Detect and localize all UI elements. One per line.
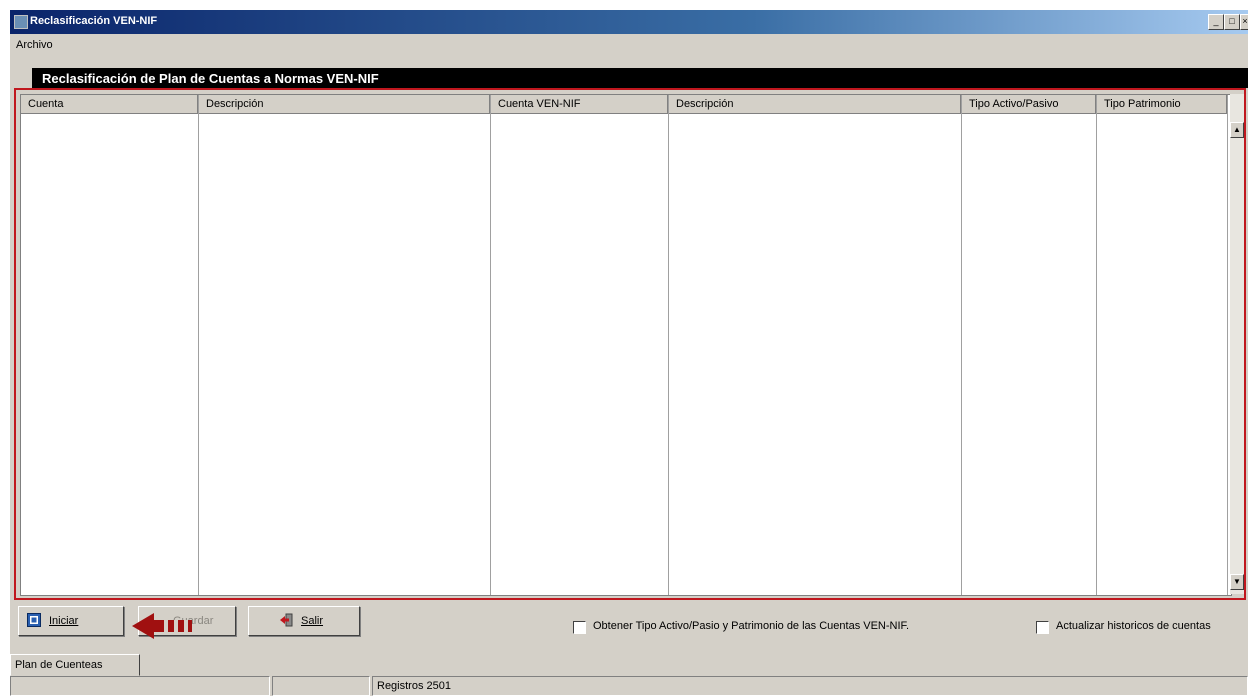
actualizar-historicos-checkbox[interactable] [1036, 621, 1049, 634]
column-cuenta: Cuenta [21, 95, 199, 595]
salir-button[interactable]: Salir [248, 606, 360, 636]
tab-plan-de-cuentas[interactable]: Plan de Cuenteas [10, 654, 140, 676]
iniciar-label: Iniciar [49, 615, 79, 627]
actualizar-historicos-label: Actualizar historicos de cuentas [1056, 620, 1211, 632]
maximize-button[interactable]: □ [1224, 14, 1240, 30]
obtener-tipo-checkbox[interactable] [573, 621, 586, 634]
status-panel-registros: Registros 2501 [372, 676, 1248, 696]
column-descripcion: Descripción [199, 95, 491, 595]
status-bar: Registros 2501 [10, 676, 1248, 696]
column-descripcion-ven-nif: Descripción [669, 95, 962, 595]
column-header-cuenta[interactable]: Cuenta [21, 95, 198, 114]
status-panel-1 [10, 676, 270, 696]
registros-count: Registros 2501 [377, 680, 451, 692]
scroll-up-icon[interactable]: ▲ [1230, 122, 1244, 138]
column-header-descripcion-ven-nif[interactable]: Descripción [669, 95, 961, 114]
main-window: Reclasificación VEN-NIF _ □ × Archivo Re… [10, 10, 1248, 696]
close-button[interactable]: × [1240, 14, 1248, 30]
column-cuenta-ven-nif: Cuenta VEN-NIF [491, 95, 669, 595]
grid-title: Reclasificación de Plan de Cuentas a Nor… [42, 71, 379, 86]
column-header-descripcion[interactable]: Descripción [199, 95, 490, 114]
column-header-tipo-patrimonio[interactable]: Tipo Patrimonio [1097, 95, 1227, 114]
accounts-grid[interactable]: Cuenta Descripción Cuenta VEN-NIF Descri… [20, 94, 1232, 596]
column-header-tipo-activo-pasivo[interactable]: Tipo Activo/Pasivo [962, 95, 1096, 114]
scroll-down-icon[interactable]: ▼ [1230, 574, 1244, 590]
accounts-grid-frame: Cuenta Descripción Cuenta VEN-NIF Descri… [14, 88, 1246, 600]
minimize-button[interactable]: _ [1208, 14, 1224, 30]
column-header-label: Cuenta [28, 98, 64, 110]
column-tipo-patrimonio: Tipo Patrimonio [1097, 95, 1228, 595]
obtener-tipo-label: Obtener Tipo Activo/Pasio y Patrimonio d… [593, 620, 910, 632]
iniciar-button[interactable]: Iniciar [18, 606, 124, 636]
status-panel-2 [272, 676, 370, 696]
red-arrow-icon [132, 613, 192, 639]
column-header-label: Descripción [676, 98, 734, 110]
title-bar[interactable]: Reclasificación VEN-NIF _ □ × [10, 10, 1248, 34]
grid-title-bar: Reclasificación de Plan de Cuentas a Nor… [32, 68, 1248, 88]
iniciar-icon [27, 613, 41, 627]
column-header-label: Tipo Activo/Pasivo [969, 98, 1059, 110]
column-tipo-activo-pasivo: Tipo Activo/Pasivo [962, 95, 1097, 595]
window-title: Reclasificación VEN-NIF [30, 15, 158, 27]
vertical-scrollbar[interactable]: ▲ ▼ [1230, 94, 1244, 594]
column-header-label: Descripción [206, 98, 264, 110]
app-icon [14, 15, 28, 29]
column-header-cuenta-ven-nif[interactable]: Cuenta VEN-NIF [491, 95, 668, 114]
tab-label: Plan de Cuenteas [15, 659, 103, 671]
column-header-label: Tipo Patrimonio [1104, 98, 1181, 110]
exit-icon [280, 613, 293, 627]
menu-bar: Archivo [10, 36, 1248, 56]
salir-label: Salir [301, 615, 324, 627]
menu-archivo[interactable]: Archivo [16, 39, 53, 51]
column-header-label: Cuenta VEN-NIF [498, 98, 581, 110]
